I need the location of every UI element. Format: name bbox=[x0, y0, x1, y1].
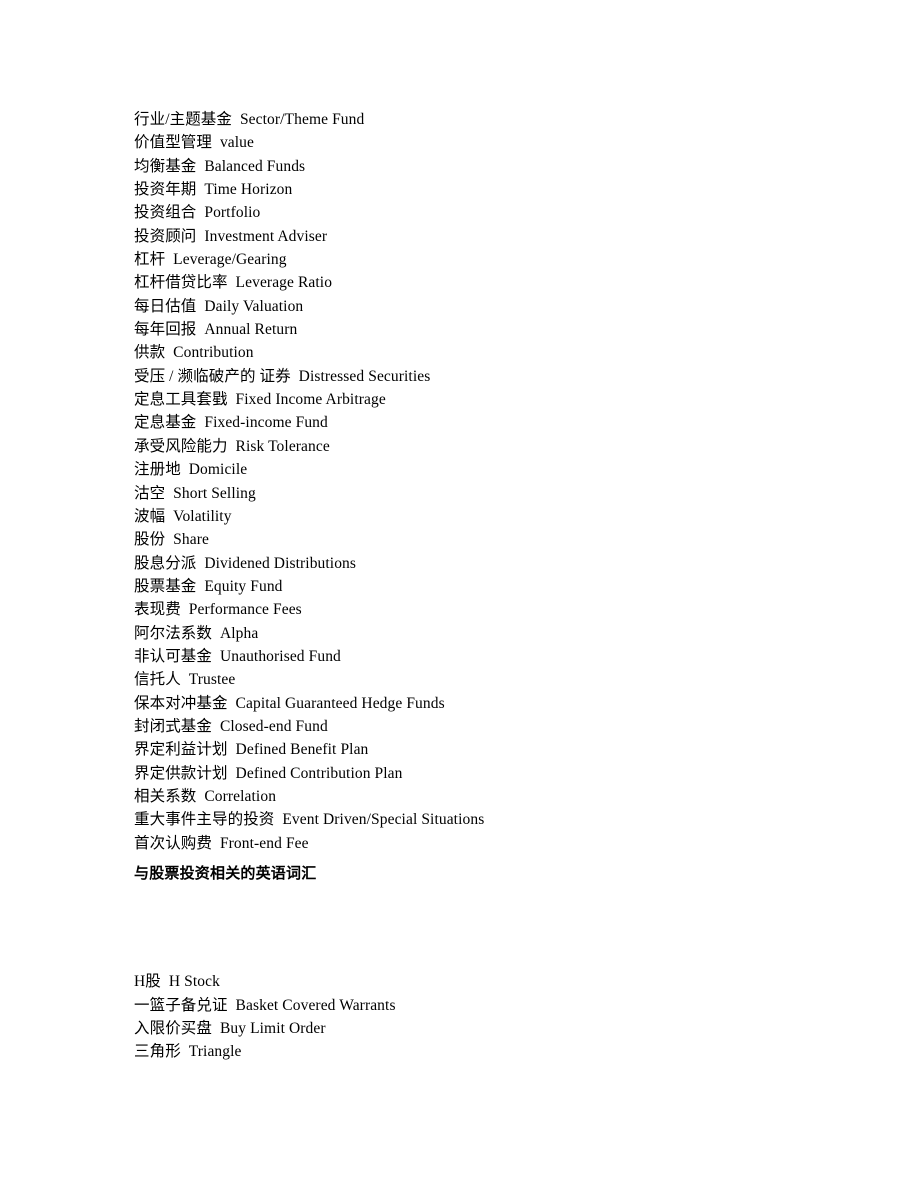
glossary-entry: 受压 / 濒临破产的 证券 Distressed Securities bbox=[134, 367, 431, 385]
glossary-entry: 供款 Contribution bbox=[134, 344, 254, 362]
glossary-entry: 股份 Share bbox=[134, 531, 209, 549]
glossary-entry: 相关系数 Correlation bbox=[134, 787, 277, 805]
section-heading-stock-terms: 与股票投资相关的英语词汇 bbox=[134, 865, 317, 882]
glossary-entry: 三角形 Triangle bbox=[134, 1043, 242, 1061]
glossary-entry: 重大事件主导的投资 Event Driven/Special Situation… bbox=[134, 811, 485, 829]
glossary-entry: 波幅 Volatility bbox=[134, 507, 232, 525]
glossary-entry: 首次认购费 Front-end Fee bbox=[134, 834, 309, 852]
glossary-list-stock-terms: H股 H Stock 一篮子备兑证 Basket Covered Warrant… bbox=[134, 970, 834, 1063]
document-page: 行业/主题基金 Sector/Theme Fund 价值型管理 value 均衡… bbox=[0, 0, 920, 1191]
glossary-entry: 杠杆借贷比率 Leverage Ratio bbox=[134, 274, 333, 292]
glossary-entry: 阿尔法系数 Alpha bbox=[134, 624, 259, 642]
document-content: 行业/主题基金 Sector/Theme Fund 价值型管理 value 均衡… bbox=[134, 108, 834, 1064]
glossary-entry: 沽空 Short Selling bbox=[134, 484, 256, 502]
glossary-entry: 表现费 Performance Fees bbox=[134, 601, 302, 619]
glossary-entry: 每日估值 Daily Valuation bbox=[134, 297, 304, 315]
glossary-entry: 封闭式基金 Closed-end Fund bbox=[134, 717, 328, 735]
glossary-entry: 注册地 Domicile bbox=[134, 461, 248, 479]
glossary-entry: 股票基金 Equity Fund bbox=[134, 577, 283, 595]
glossary-entry: 定息基金 Fixed-income Fund bbox=[134, 414, 328, 432]
glossary-entry: 均衡基金 Balanced Funds bbox=[134, 157, 306, 175]
glossary-entry: 非认可基金 Unauthorised Fund bbox=[134, 647, 341, 665]
glossary-entry: 股息分派 Dividened Distributions bbox=[134, 554, 357, 572]
glossary-entry: 投资年期 Time Horizon bbox=[134, 181, 293, 199]
glossary-entry: 杠杆 Leverage/Gearing bbox=[134, 251, 287, 269]
glossary-entry: 承受风险能力 Risk Tolerance bbox=[134, 437, 330, 455]
glossary-entry: 信托人 Trustee bbox=[134, 671, 236, 689]
glossary-list-fund-terms: 行业/主题基金 Sector/Theme Fund 价值型管理 value 均衡… bbox=[134, 108, 834, 855]
glossary-entry: 价值型管理 value bbox=[134, 134, 255, 152]
glossary-entry: 定息工具套戥 Fixed Income Arbitrage bbox=[134, 391, 386, 409]
glossary-entry: 一篮子备兑证 Basket Covered Warrants bbox=[134, 996, 396, 1014]
glossary-entry: 界定供款计划 Defined Contribution Plan bbox=[134, 764, 403, 782]
glossary-entry: 入限价买盘 Buy Limit Order bbox=[134, 1020, 326, 1038]
glossary-entry: 行业/主题基金 Sector/Theme Fund bbox=[134, 111, 365, 128]
glossary-entry: 界定利益计划 Defined Benefit Plan bbox=[134, 741, 369, 759]
glossary-entry: 投资顾问 Investment Adviser bbox=[134, 227, 328, 245]
glossary-entry: 投资组合 Portfolio bbox=[134, 204, 261, 222]
glossary-entry: 每年回报 Annual Return bbox=[134, 321, 298, 339]
glossary-entry: H股 H Stock bbox=[134, 973, 220, 991]
glossary-entry: 保本对冲基金 Capital Guaranteed Hedge Funds bbox=[134, 694, 445, 712]
